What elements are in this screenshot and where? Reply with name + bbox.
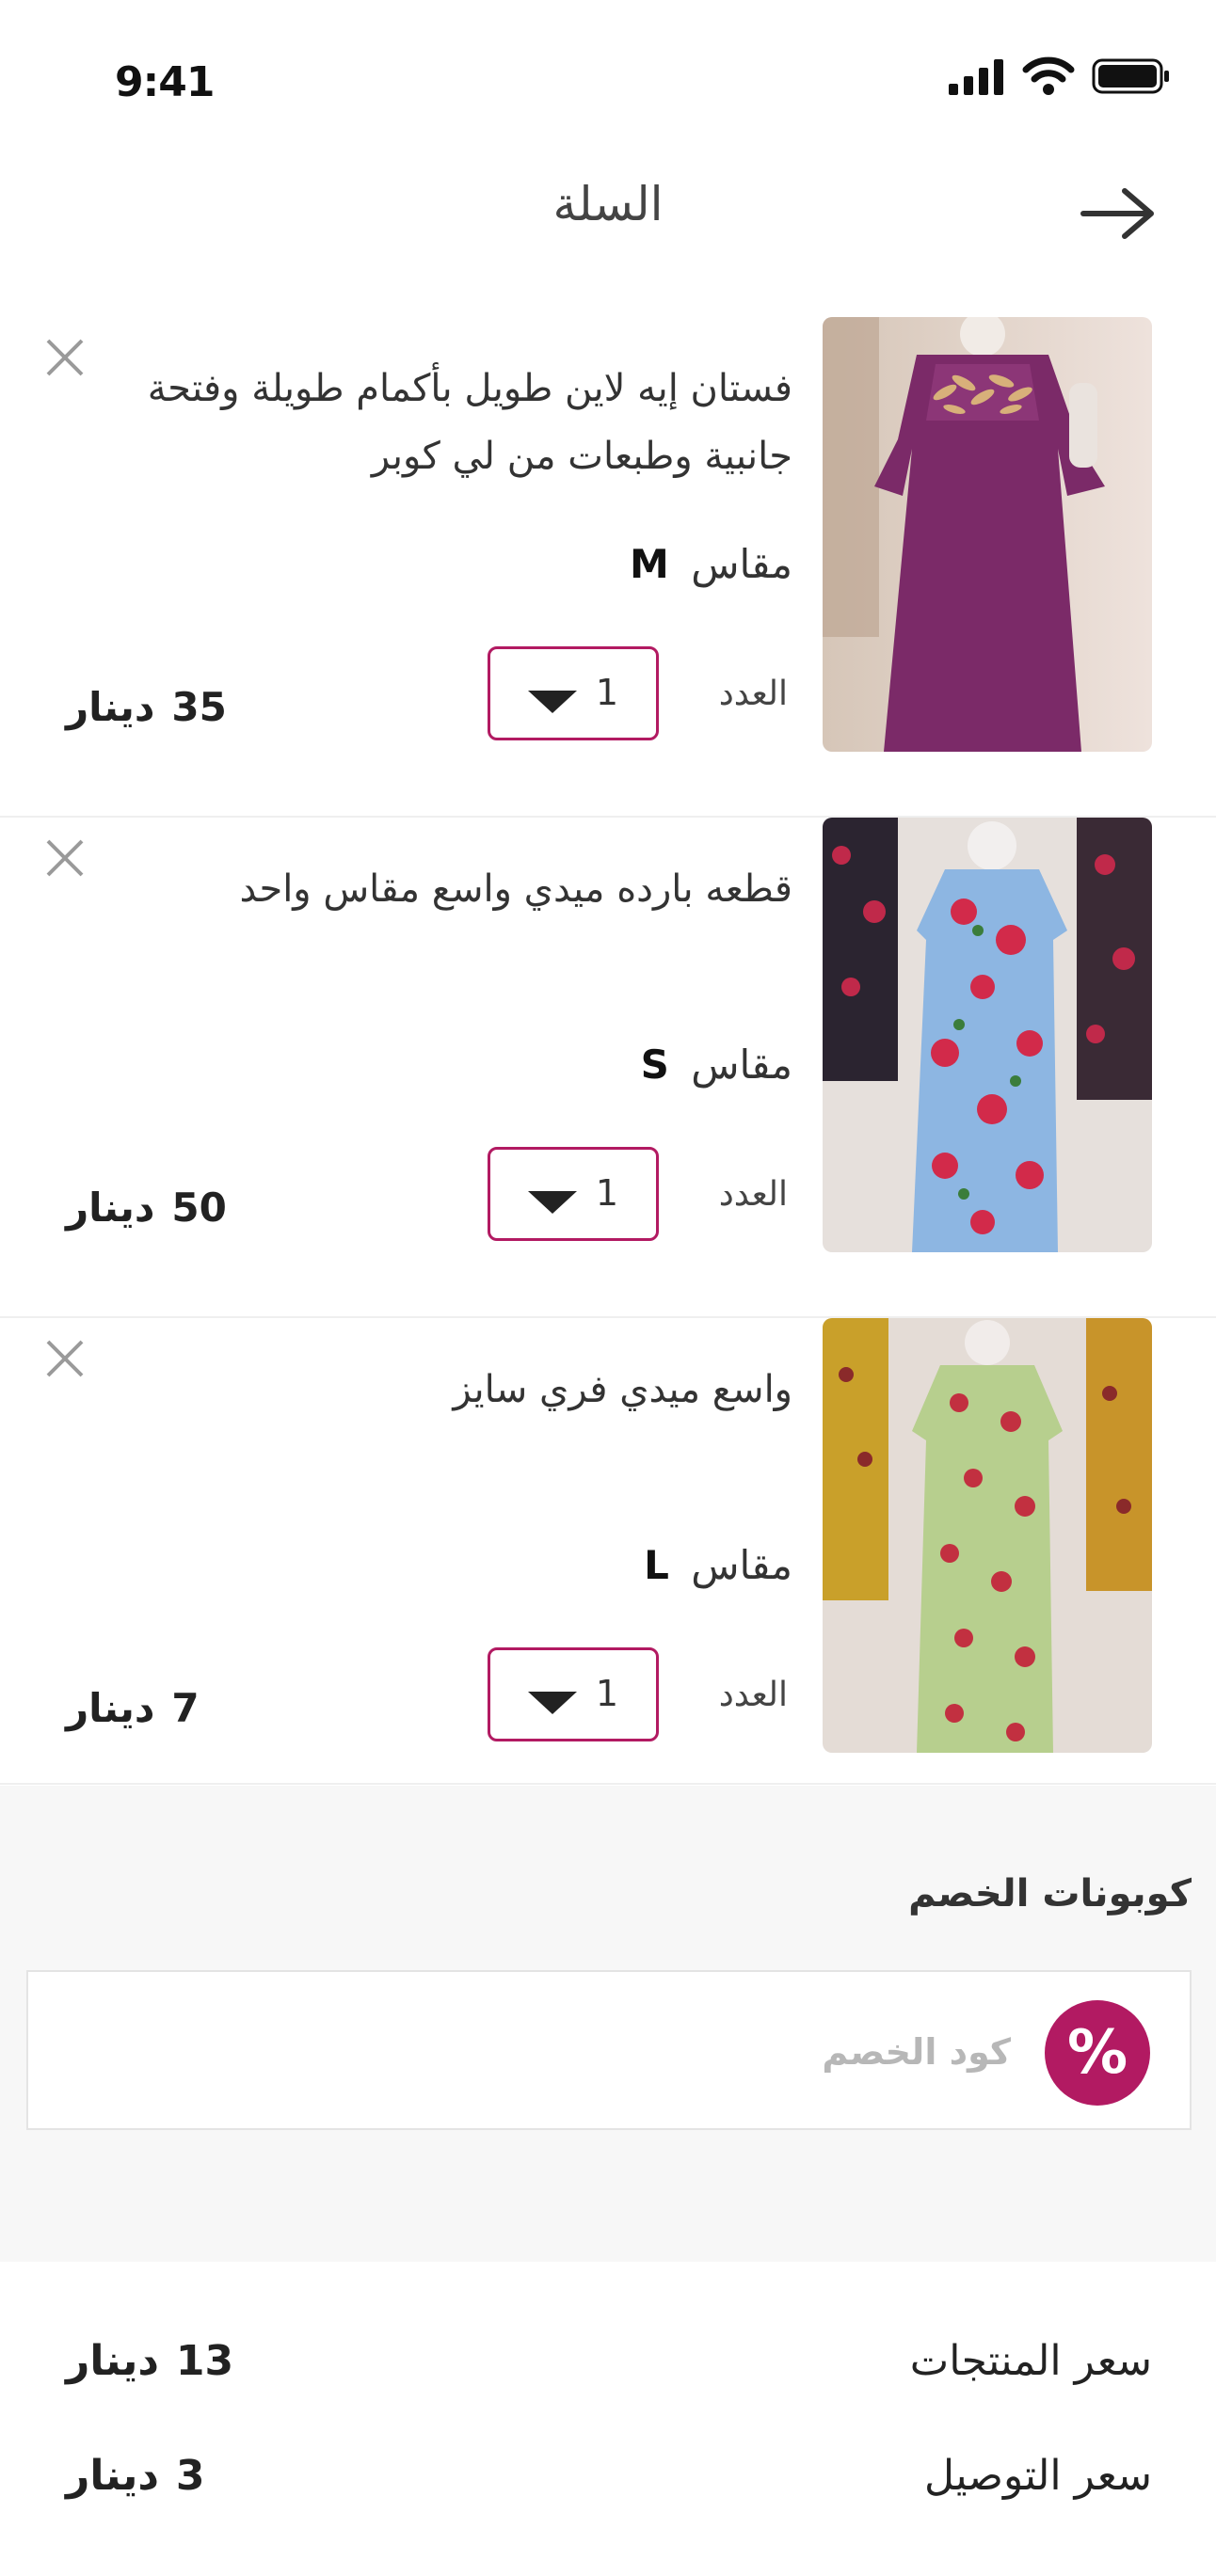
signal-icon — [949, 59, 1003, 95]
price-value: 50 — [171, 1185, 227, 1231]
status-icons — [947, 56, 1171, 96]
price-currency: دينار — [66, 1685, 155, 1731]
status-bar: 9:41 — [0, 0, 1216, 160]
size-label: مقاس — [691, 541, 792, 587]
cart-item: قطعه بارده ميدي واسع مقاس واحد مقاس S ال… — [0, 818, 1216, 1318]
product-price: 50 دينار — [66, 1185, 227, 1231]
summary-currency: دينار — [66, 2337, 159, 2385]
product-name: فستان إيه لاين طويل بأكمام طويلة وفتحة ج… — [147, 367, 792, 478]
quantity-value: 1 — [595, 1172, 618, 1214]
price-currency: دينار — [66, 1185, 155, 1231]
coupon-code-input[interactable] — [352, 2019, 1011, 2085]
price-value: 7 — [171, 1685, 200, 1731]
caret-down-icon — [528, 1692, 577, 1714]
quantity-label: العدد — [718, 1175, 788, 1214]
size-value: L — [644, 1542, 669, 1588]
size-label: مقاس — [691, 1542, 792, 1588]
summary-row-delivery: سعر التوصيل 3 دينار — [0, 2452, 1216, 2527]
summary-currency: دينار — [66, 2452, 159, 2500]
page-title: السلة — [552, 177, 664, 231]
percent-icon: % — [1045, 2000, 1150, 2106]
quantity-label: العدد — [718, 675, 788, 713]
product-price: 7 دينار — [66, 1685, 200, 1731]
coupon-title: كوبونات الخصم — [908, 1872, 1192, 1916]
back-button[interactable] — [1075, 181, 1160, 246]
quantity-label: العدد — [718, 1676, 788, 1714]
size-value: S — [640, 1042, 669, 1088]
wifi-icon — [1022, 56, 1075, 95]
summary-label: سعر المنتجات — [909, 2337, 1152, 2385]
cart-item: واسع ميدي فري سايز مقاس L العدد 1 7 دينا… — [0, 1318, 1216, 1785]
caret-down-icon — [528, 1191, 577, 1214]
size-value: M — [630, 541, 669, 587]
product-size: مقاس L — [644, 1542, 792, 1588]
quantity-select[interactable]: 1 — [488, 1147, 659, 1241]
summary-value: 13 دينار — [66, 2337, 233, 2385]
product-name: قطعه بارده ميدي واسع مقاس واحد — [239, 867, 792, 911]
quantity-value: 1 — [595, 1673, 618, 1714]
product-size: مقاس S — [641, 1042, 792, 1088]
summary-row-products: سعر المنتجات 13 دينار — [0, 2337, 1216, 2412]
battery-icon — [1092, 58, 1169, 94]
order-summary: سعر المنتجات 13 دينار سعر التوصيل 3 دينا… — [0, 2262, 1216, 2576]
product-size: مقاس M — [630, 541, 792, 587]
coupon-section: كوبونات الخصم % — [0, 1786, 1216, 2262]
summary-amount: 13 — [175, 2337, 234, 2385]
product-image[interactable] — [823, 818, 1152, 1252]
quantity-value: 1 — [595, 672, 618, 713]
product-image[interactable] — [823, 1318, 1152, 1753]
arrow-right-icon — [1080, 188, 1154, 239]
summary-label: سعر التوصيل — [924, 2452, 1152, 2500]
cart-item: فستان إيه لاين طويل بأكمام طويلة وفتحة ج… — [0, 317, 1216, 818]
quantity-select[interactable]: 1 — [488, 646, 659, 740]
status-time: 9:41 — [115, 58, 215, 106]
size-label: مقاس — [691, 1042, 792, 1088]
product-name: واسع ميدي فري سايز — [453, 1368, 792, 1411]
quantity-select[interactable]: 1 — [488, 1647, 659, 1741]
product-image[interactable] — [823, 317, 1152, 752]
coupon-box: % — [26, 1970, 1192, 2130]
caret-down-icon — [528, 691, 577, 713]
summary-amount: 3 — [175, 2452, 205, 2500]
header: السلة — [0, 160, 1216, 301]
summary-value: 3 دينار — [66, 2452, 205, 2500]
price-value: 35 — [171, 684, 227, 730]
price-currency: دينار — [66, 684, 155, 730]
product-price: 35 دينار — [66, 684, 227, 730]
